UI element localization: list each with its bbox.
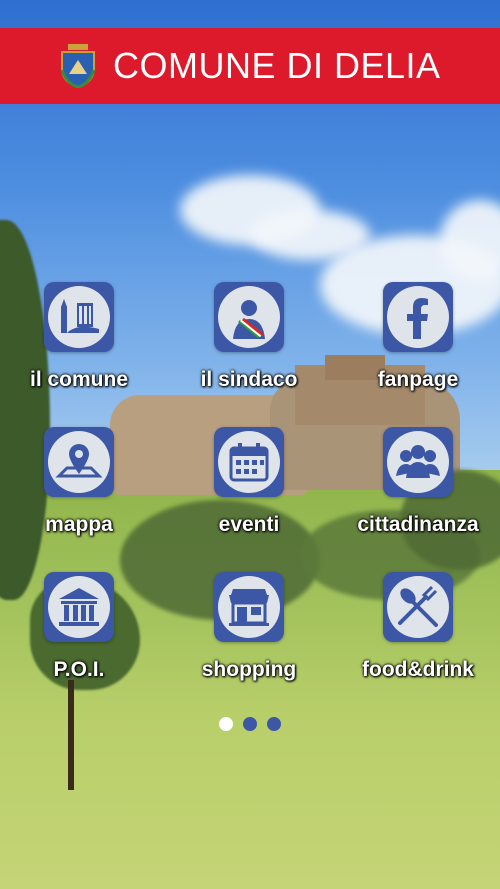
menu-label: il comune — [29, 368, 129, 391]
page-indicator — [0, 717, 500, 731]
people-icon — [396, 445, 440, 478]
monument-icon — [59, 588, 99, 626]
menu-label: cittadinanza — [357, 513, 479, 536]
fork-spoon-icon — [398, 585, 438, 627]
menu-item-fanpage[interactable]: fanpage — [348, 282, 488, 392]
page-dot-3[interactable] — [267, 717, 281, 731]
menu-item-il-comune[interactable]: il comune — [9, 282, 149, 392]
menu-label: food&drink — [362, 658, 474, 681]
mayor-icon — [233, 300, 265, 339]
app-header: COMUNE DI DELIA — [0, 28, 500, 104]
menu-item-il-sindaco[interactable]: il sindaco — [179, 282, 319, 392]
app-title: COMUNE DI DELIA — [113, 45, 441, 86]
menu-item-poi[interactable]: P.O.I. — [9, 572, 149, 682]
page-dot-2[interactable] — [243, 717, 257, 731]
menu-label: eventi — [218, 513, 280, 536]
calendar-icon — [229, 443, 269, 482]
town-buildings-icon — [61, 299, 99, 333]
menu-label: shopping — [201, 658, 297, 681]
menu-item-cittadinanza[interactable]: cittadinanza — [348, 427, 488, 537]
menu-item-eventi[interactable]: eventi — [179, 427, 319, 537]
crest-icon — [59, 44, 97, 88]
menu-label: P.O.I. — [53, 658, 105, 681]
menu-item-shopping[interactable]: shopping — [179, 572, 319, 682]
facebook-icon — [407, 298, 428, 339]
page-dot-1[interactable] — [219, 717, 233, 731]
menu-item-mappa[interactable]: mappa — [9, 427, 149, 537]
menu-label: mappa — [45, 513, 113, 536]
map-pin-icon — [55, 444, 103, 478]
menu-label: il sindaco — [200, 368, 298, 391]
shop-icon — [229, 589, 269, 626]
menu-label: fanpage — [377, 368, 459, 391]
menu-item-food-drink[interactable]: food&drink — [348, 572, 488, 682]
